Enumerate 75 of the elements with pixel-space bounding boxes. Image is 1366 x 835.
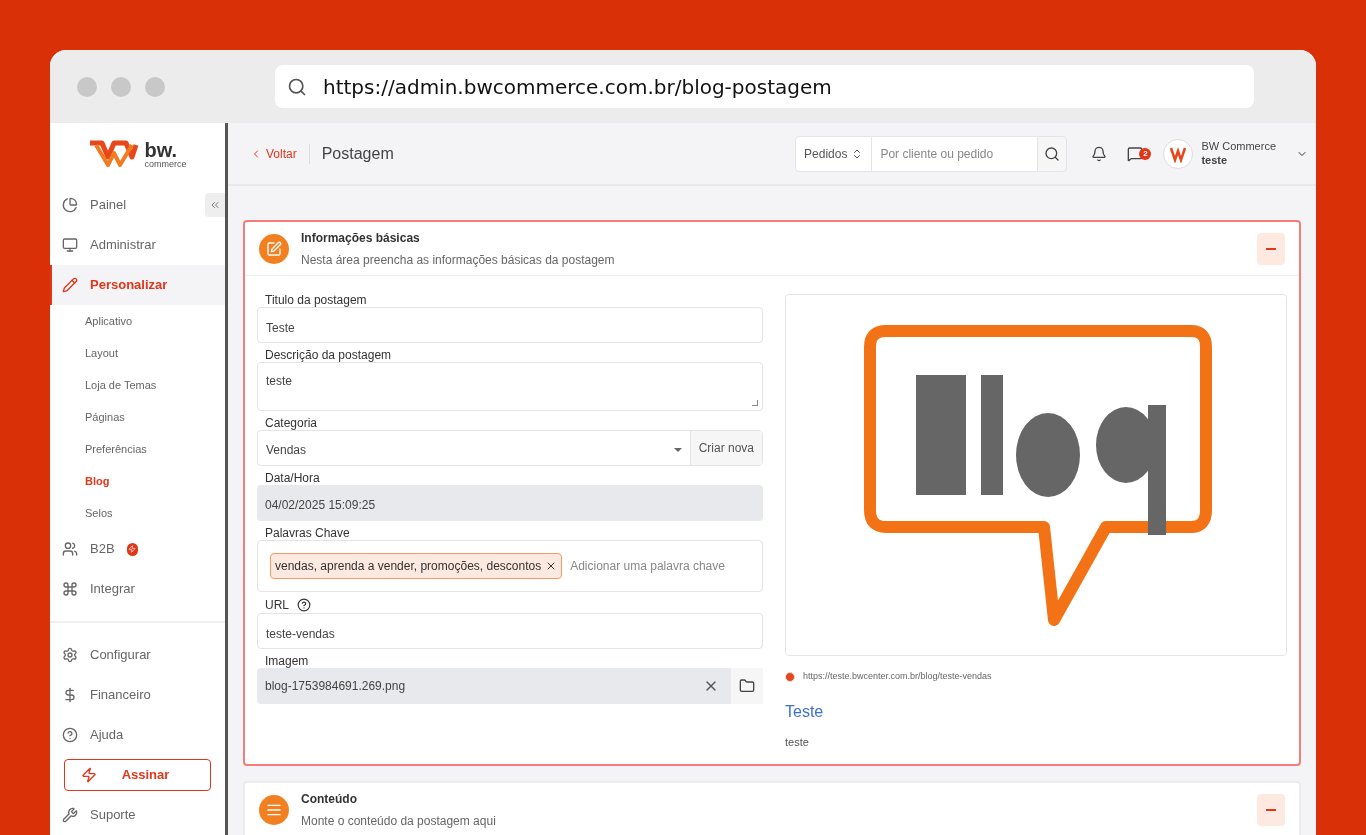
preview-url: https://teste.bwcenter.com.br/blog/teste-vendas (803, 670, 992, 683)
search-icon (287, 76, 307, 97)
sidebar-item[interactable]: Suporte (50, 795, 225, 835)
help-icon (62, 727, 78, 743)
field-label: Categoria (265, 417, 318, 429)
section-subtitle: Nesta área preencha as informações básicas da postagem (301, 251, 615, 269)
subscribe-button[interactable]: Assinar (64, 759, 211, 791)
help-icon[interactable] (297, 598, 311, 612)
submenu-item[interactable]: Layout (50, 337, 225, 369)
user-name: BW Commerce (1201, 139, 1276, 154)
submenu-item[interactable]: Páginas (50, 401, 225, 433)
section-subtitle: Monte o conteúdo da postagem aqui (301, 812, 496, 830)
site-icon (785, 671, 795, 682)
keyword-input[interactable]: Adicionar uma palavra chave (570, 557, 750, 575)
sidebar-item[interactable]: Administrar (50, 225, 225, 265)
text-field[interactable]: teste-vendas (257, 613, 763, 649)
field-label: URL (265, 599, 289, 611)
messages-icon[interactable] (1127, 145, 1144, 162)
users-icon (62, 541, 78, 557)
textarea-field[interactable]: teste (257, 362, 763, 411)
message-count: 2 (1139, 147, 1152, 160)
submenu-item[interactable]: Selos (50, 497, 225, 529)
section-title: Conteúdo (301, 790, 358, 808)
logo-icon (88, 139, 141, 169)
store-name: teste (1201, 153, 1229, 168)
collapse-section-button[interactable] (1257, 232, 1285, 265)
collapse-icon (209, 199, 221, 211)
search-icon (1044, 145, 1061, 162)
sidebar-item[interactable]: B2B (50, 529, 225, 569)
browse-button[interactable] (731, 668, 763, 704)
dollar-icon (62, 687, 78, 703)
preview-description: teste (785, 734, 810, 750)
sidebar-item[interactable]: Integrar (50, 569, 225, 609)
command-icon (62, 581, 78, 597)
monitor-icon (62, 237, 78, 253)
url-text: https://admin.bwcommerce.com.br/blog-postagem (323, 73, 832, 101)
field-label: Imagem (265, 655, 309, 667)
keyword-tag: vendas, aprenda a vender, promoções, descontos (270, 553, 563, 579)
folder-icon (739, 678, 755, 694)
sidebar-item[interactable]: Ajuda (50, 715, 225, 755)
address-bar[interactable]: https://admin.bwcommerce.com.br/blog-postagem (275, 65, 1254, 108)
sidebar-item[interactable]: Financeiro (50, 675, 225, 715)
field-label: Palavras Chave (265, 527, 350, 539)
settings-icon (62, 647, 78, 663)
pencil-icon (62, 277, 78, 293)
submenu-item[interactable]: Preferências (50, 433, 225, 465)
search-field[interactable]: Por cliente ou pedido (872, 135, 1038, 172)
collapse-section-button[interactable] (1257, 793, 1285, 826)
page-title: Postagem (321, 143, 394, 164)
minus-icon (1266, 808, 1276, 811)
submenu-item[interactable]: Aplicativo (50, 305, 225, 337)
field-label: Data/Hora (265, 472, 320, 484)
submenu-item[interactable]: Blog (50, 465, 225, 497)
field-label: Titulo da postagem (265, 294, 367, 306)
notification-icon[interactable] (1091, 145, 1108, 162)
minus-icon (1266, 247, 1276, 250)
field-label: Descrição da postagem (265, 349, 392, 361)
text-field[interactable]: Teste (257, 307, 763, 343)
logo-tagline: commerce (144, 159, 187, 169)
lightning-icon (81, 767, 97, 783)
scope-select[interactable]: Pedidos (795, 135, 873, 172)
preview-title[interactable]: Teste (785, 699, 1287, 724)
wrench-icon (62, 807, 78, 823)
back-link[interactable]: Voltar (250, 143, 310, 164)
logo-name: bw. (144, 139, 179, 160)
search-button[interactable] (1037, 135, 1068, 172)
pie-chart-icon (62, 197, 78, 213)
section-title: Informações básicas (301, 229, 421, 247)
date-field: 04/02/2025 15:09:25 (257, 485, 763, 521)
avatar[interactable] (1163, 138, 1194, 169)
sidebar-item[interactable]: Painel (50, 185, 200, 225)
sidebar-item[interactable]: Personalizar (50, 265, 225, 305)
edit-icon (266, 240, 282, 257)
submenu-item[interactable]: Loja de Temas (50, 369, 225, 401)
sidebar-item[interactable]: Configurar (50, 635, 225, 675)
